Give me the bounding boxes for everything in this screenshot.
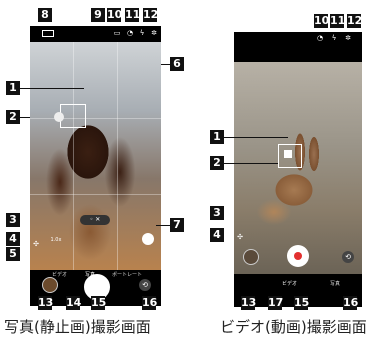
leader-line	[224, 163, 278, 164]
callout-2: 2	[6, 110, 20, 124]
mode-photo[interactable]: 写真	[330, 280, 340, 287]
bokeh-icon[interactable]: ✣	[32, 240, 40, 248]
callout-10: 10	[314, 14, 330, 28]
gear-icon[interactable]: ✲	[150, 29, 158, 37]
callout-13: 13	[241, 296, 257, 310]
leader-line	[161, 64, 170, 65]
callout-10: 10	[107, 8, 123, 22]
photo-screen: ▭ ◔ ϟ ✲ ◦ ✕ 1.0x ✣ ビデオ 写真 ポートレート ⟲	[30, 26, 161, 306]
callout-12: 12	[143, 8, 159, 22]
record-icon	[294, 252, 302, 260]
hdr-icon[interactable]: ◔	[126, 29, 134, 37]
leader-line	[224, 137, 288, 138]
callout-16: 16	[343, 296, 359, 310]
ai-button[interactable]	[142, 233, 154, 245]
callout-4: 4	[6, 232, 20, 246]
leader-line	[20, 117, 30, 118]
callout-13: 13	[38, 296, 54, 310]
callout-12: 12	[347, 14, 363, 28]
zoom-level[interactable]: 1.0x	[49, 236, 63, 244]
callout-6: 6	[170, 57, 184, 71]
gear-icon[interactable]: ✲	[344, 34, 352, 42]
settings-icon[interactable]	[42, 30, 54, 37]
bokeh-icon[interactable]: ✣	[236, 233, 244, 241]
viewfinder[interactable]	[234, 62, 362, 274]
callout-14: 14	[66, 296, 82, 310]
caption-photo: 写真(静止画)撮影画面	[4, 318, 151, 336]
grid-line	[30, 194, 161, 195]
leader-line	[20, 88, 84, 89]
callout-3: 3	[210, 206, 224, 220]
hdr-icon[interactable]: ◔	[316, 34, 324, 42]
callout-8: 8	[38, 8, 52, 22]
camera-switch-icon: ⟲	[345, 253, 351, 261]
callout-4: 4	[210, 228, 224, 242]
callout-7: 7	[170, 218, 184, 232]
callout-16: 16	[142, 296, 158, 310]
callout-5: 5	[6, 247, 20, 261]
callout-11: 11	[125, 8, 141, 22]
face-icon	[54, 112, 64, 122]
mode-portrait[interactable]: ポートレート	[112, 271, 142, 278]
callout-2: 2	[210, 156, 224, 170]
flash-icon[interactable]: ϟ	[138, 29, 146, 37]
callout-1: 1	[210, 130, 224, 144]
grid-line	[117, 42, 118, 270]
callout-9: 9	[91, 8, 105, 22]
video-screen: ◔ ϟ ✲ ✣ ビデオ 写真 ⟲	[234, 32, 362, 307]
callout-17: 17	[268, 296, 284, 310]
gallery-thumbnail[interactable]	[42, 277, 58, 293]
callout-11: 11	[330, 14, 346, 28]
face-icon	[284, 150, 292, 158]
flash-icon[interactable]: ϟ	[330, 34, 338, 42]
caption-video: ビデオ(動画)撮影画面	[220, 318, 367, 336]
callout-15: 15	[294, 296, 310, 310]
gallery-thumbnail[interactable]	[243, 249, 259, 265]
grid-line	[73, 42, 74, 270]
camera-switch-icon: ⟲	[142, 281, 148, 289]
grid-line	[30, 118, 161, 119]
leader-line	[156, 225, 170, 226]
callout-15: 15	[91, 296, 107, 310]
lens-switch-chip[interactable]: ◦ ✕	[80, 215, 110, 225]
mode-video[interactable]: ビデオ	[52, 271, 67, 278]
aspect-ratio-icon[interactable]: ▭	[113, 29, 121, 37]
mode-video[interactable]: ビデオ	[282, 280, 297, 287]
callout-1: 1	[6, 81, 20, 95]
callout-3: 3	[6, 213, 20, 227]
